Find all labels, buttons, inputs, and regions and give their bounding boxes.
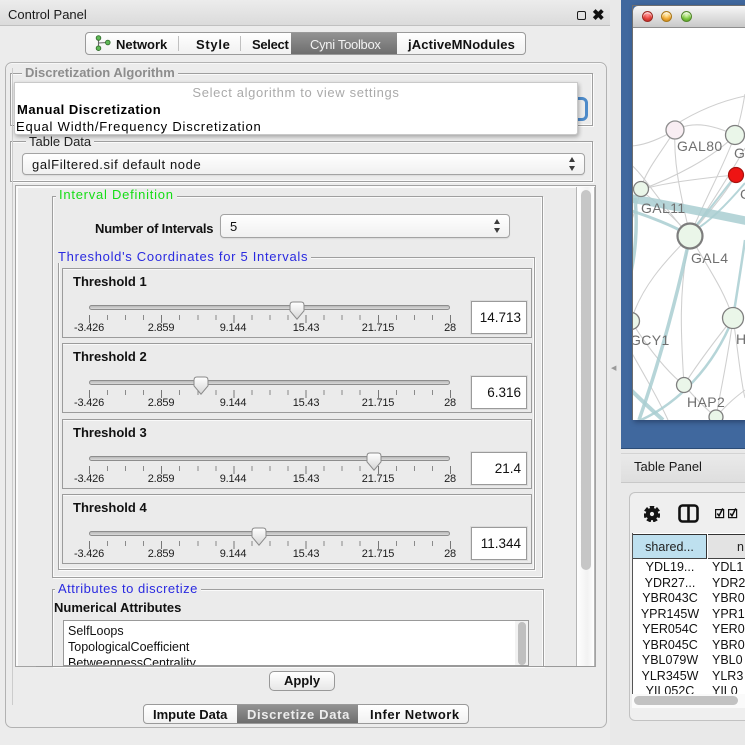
svg-text:GAL80: GAL80 — [677, 138, 723, 154]
svg-text:C: C — [740, 186, 745, 202]
svg-text:GCY1: GCY1 — [633, 332, 670, 348]
svg-text:HAP2: HAP2 — [687, 394, 725, 410]
svg-text:GAL11: GAL11 — [641, 200, 686, 216]
svg-text:GAL4: GAL4 — [691, 250, 728, 266]
svg-text:H: H — [736, 331, 745, 347]
svg-text:GA: GA — [734, 145, 745, 161]
